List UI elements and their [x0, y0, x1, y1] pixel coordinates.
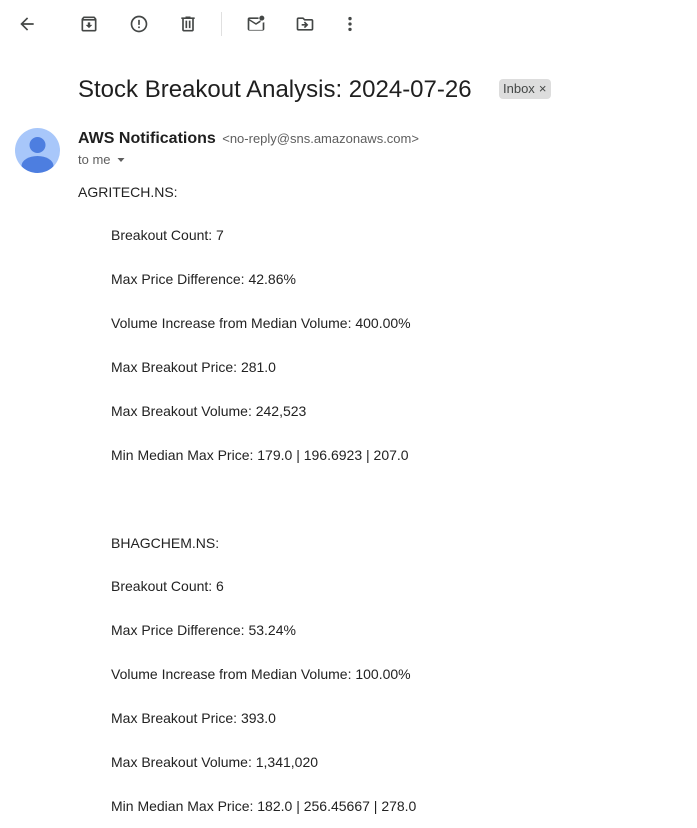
close-icon[interactable]: ×	[539, 79, 547, 99]
sender-email: <no-reply@sns.amazonaws.com>	[222, 131, 419, 146]
sender-name[interactable]: AWS Notifications	[78, 130, 216, 147]
max-breakout-price: Max Breakout Price: 393.0	[111, 710, 276, 726]
toolbar-divider	[221, 12, 222, 36]
more-vert-icon	[340, 14, 360, 34]
person-icon	[21, 137, 54, 173]
inbox-label-text: Inbox	[503, 81, 535, 96]
recipient-text: to me	[78, 152, 111, 167]
sender-line: AWS Notifications <no-reply@sns.amazonaw…	[78, 129, 419, 149]
max-price-difference: Max Price Difference: 42.86%	[111, 271, 296, 287]
email-subject: Stock Breakout Analysis: 2024-07-26	[78, 76, 472, 103]
report-spam-button[interactable]	[121, 6, 157, 42]
sender-avatar[interactable]	[15, 128, 60, 173]
volume-increase: Volume Increase from Median Volume: 100.…	[111, 666, 411, 682]
max-breakout-volume: Max Breakout Volume: 1,341,020	[111, 754, 319, 770]
stock-symbol: BHAGCHEM.NS:	[111, 535, 220, 551]
stock-symbol: AGRITECH.NS:	[78, 184, 178, 200]
max-price-difference: Max Price Difference: 53.24%	[111, 622, 296, 638]
min-median-max-price: Min Median Max Price: 182.0 | 256.45667 …	[111, 798, 417, 814]
max-breakout-price: Max Breakout Price: 281.0	[111, 359, 276, 375]
breakout-count: Breakout Count: 7	[111, 227, 224, 243]
move-to-icon	[295, 14, 315, 34]
min-median-max-price: Min Median Max Price: 179.0 | 196.6923 |…	[111, 447, 409, 463]
volume-increase: Volume Increase from Median Volume: 400.…	[111, 315, 411, 331]
archive-icon	[79, 14, 99, 34]
move-to-button[interactable]	[287, 6, 323, 42]
recipient-details-toggle[interactable]: to me	[78, 151, 127, 169]
chevron-down-icon	[117, 158, 125, 162]
delete-icon	[178, 14, 198, 34]
delete-button[interactable]	[170, 6, 206, 42]
back-arrow-icon	[17, 14, 37, 34]
max-breakout-volume: Max Breakout Volume: 242,523	[111, 403, 307, 419]
back-button[interactable]	[9, 6, 45, 42]
more-options-button[interactable]	[332, 6, 368, 42]
archive-button[interactable]	[71, 6, 107, 42]
report-spam-icon	[129, 14, 149, 34]
mark-unread-button[interactable]	[238, 6, 274, 42]
mark-unread-icon	[246, 14, 266, 34]
inbox-label-chip[interactable]: Inbox ×	[499, 79, 552, 99]
breakout-count: Breakout Count: 6	[111, 578, 224, 594]
